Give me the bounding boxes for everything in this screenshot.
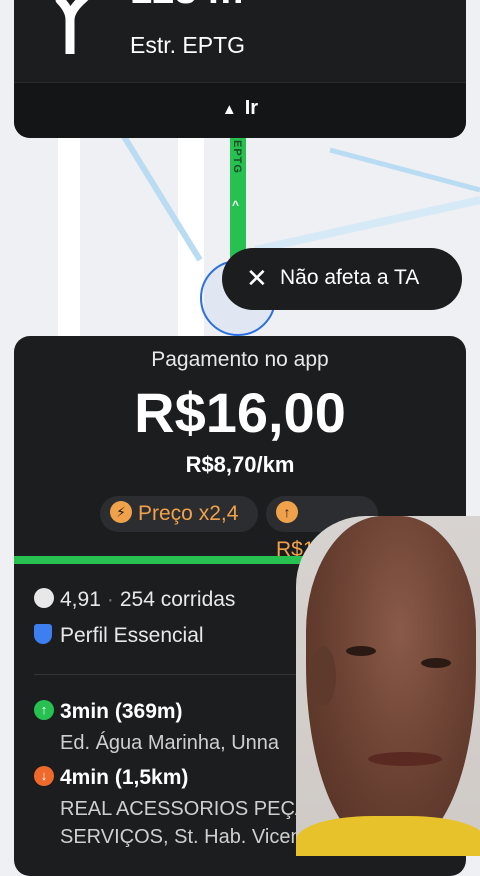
- dropoff-address-line1: REAL ACESSORIOS PEÇA: [60, 798, 309, 820]
- shield-icon: [34, 624, 52, 645]
- user-icon: [34, 588, 54, 609]
- road-label: EPTG: [231, 140, 243, 174]
- navigation-instruction-card: 128 m Estr. EPTG ▲ Ir: [14, 0, 466, 138]
- street-name: Estr. EPTG: [130, 32, 246, 58]
- surge-multiplier-chip: ⚡ Preço x2,4: [100, 496, 258, 532]
- camera-overlay: [296, 516, 480, 856]
- separator-dot: ·: [106, 588, 114, 611]
- face-image: [306, 516, 476, 846]
- turn-distance: 128 m: [130, 0, 243, 10]
- passenger-rating: 4,91: [60, 588, 101, 611]
- arrow-up-icon: ↑: [276, 501, 298, 524]
- arrow-down-circle-icon: ↓: [34, 766, 54, 787]
- pickup-time: 3min (369m): [60, 700, 183, 723]
- go-label: Ir: [244, 97, 259, 119]
- fork-turn-icon: [55, 0, 89, 54]
- arrow-up-circle-icon: ↑: [34, 700, 54, 721]
- passenger-rating-row: 4,91 · 254 corridas: [34, 588, 235, 612]
- toast-text: Não afeta a TA: [280, 266, 420, 289]
- accept-timer-fill: [14, 556, 331, 564]
- route-direction-icon: ^: [232, 198, 240, 212]
- eye-right: [421, 658, 451, 668]
- close-icon[interactable]: ✕: [246, 263, 268, 293]
- passenger-profile: Perfil Essencial: [60, 624, 204, 647]
- payment-method: Pagamento no app: [151, 348, 329, 371]
- dropoff-time: 4min (1,5km): [60, 766, 189, 789]
- dropoff-eta: ↓ 4min (1,5km): [34, 766, 188, 790]
- dropoff-address-line2: SERVIÇOS, St. Hab. Vicent: [60, 826, 308, 848]
- lightning-icon: ⚡: [110, 501, 132, 524]
- navigation-arrow-icon: ▲: [221, 101, 237, 118]
- pickup-address: Ed. Água Marinha, Unna: [60, 732, 280, 754]
- ear: [310, 646, 336, 706]
- eye-left: [346, 646, 376, 656]
- passenger-rides-count: 254 corridas: [119, 588, 236, 611]
- price-per-km: R$8,70/km: [185, 452, 295, 477]
- mouth: [368, 752, 442, 766]
- passenger-profile-row: Perfil Essencial: [34, 624, 204, 648]
- go-button[interactable]: ▲ Ir: [14, 82, 466, 138]
- ride-price: R$16,00: [134, 381, 346, 444]
- shirt: [296, 816, 480, 856]
- pickup-eta: ↑ 3min (369m): [34, 700, 183, 724]
- surge-label: Preço x2,4: [138, 502, 239, 525]
- info-toast[interactable]: ✕ Não afeta a TA: [222, 248, 462, 310]
